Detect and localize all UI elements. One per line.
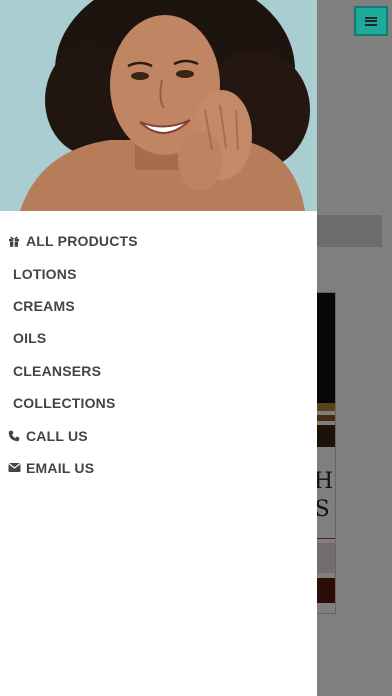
side-drawer: ALL PRODUCTS LOTIONS CREAMS OILS CLEANSE… <box>0 0 317 696</box>
menu-item-label: EMAIL US <box>26 459 95 476</box>
menu-toggle-button[interactable] <box>354 6 388 36</box>
menu-item-collections[interactable]: COLLECTIONS <box>0 387 317 419</box>
hamburger-icon <box>365 16 377 26</box>
menu-item-cleansers[interactable]: CLEANSERS <box>0 355 317 387</box>
phone-icon <box>7 429 21 443</box>
menu-item-label: OILS <box>13 330 47 347</box>
menu-item-label: CALL US <box>26 427 88 444</box>
menu-item-creams[interactable]: CREAMS <box>0 290 317 322</box>
menu-item-email-us[interactable]: EMAIL US <box>0 452 317 484</box>
menu-item-label: LOTIONS <box>13 265 77 282</box>
menu-item-lotions[interactable]: LOTIONS <box>0 257 317 289</box>
menu-item-all-products[interactable]: ALL PRODUCTS <box>0 225 317 257</box>
hero-portrait-image <box>0 0 317 211</box>
menu-item-call-us[interactable]: CALL US <box>0 419 317 451</box>
envelope-icon <box>7 461 21 475</box>
menu-item-label: COLLECTIONS <box>13 395 116 412</box>
menu-item-label: ALL PRODUCTS <box>26 233 138 250</box>
menu-item-label: CREAMS <box>13 297 75 314</box>
menu-item-label: CLEANSERS <box>13 362 102 379</box>
side-menu-list: ALL PRODUCTS LOTIONS CREAMS OILS CLEANSE… <box>0 211 317 484</box>
gift-icon <box>7 234 21 248</box>
menu-item-oils[interactable]: OILS <box>0 322 317 354</box>
